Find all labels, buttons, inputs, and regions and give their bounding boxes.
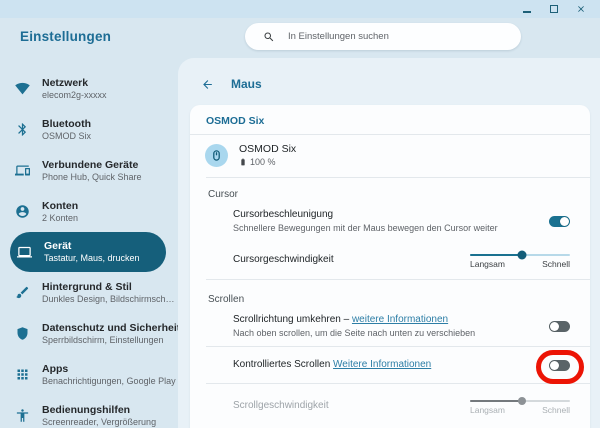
search-bar[interactable] [245, 23, 521, 50]
sidebar-item-sublabel: 2 Konten [42, 213, 78, 224]
sidebar-item-sublabel: Dunkles Design, Bildschirmscho... [42, 294, 178, 305]
controlled-scrolling-title: Kontrolliertes Scrollen [233, 359, 333, 370]
maximize-icon[interactable] [548, 4, 559, 15]
device-name: OSMOD Six [239, 143, 296, 156]
minimize-icon[interactable] [521, 4, 532, 15]
sidebar-nav: Netzwerkelecom2g-xxxxx BluetoothOSMOD Si… [0, 68, 178, 428]
sidebar-item-label: Bluetooth [42, 118, 91, 131]
sidebar-item-datenschutz[interactable]: Datenschutz und SicherheitSperrbildschir… [0, 313, 178, 354]
sidebar-item-label: Datenschutz und Sicherheit [42, 322, 178, 335]
sidebar-item-sublabel: elecom2g-xxxxx [42, 90, 107, 101]
cursor-acceleration-subtitle: Schnellere Bewegungen mit der Maus beweg… [233, 223, 498, 234]
cursor-section-label: Cursor [190, 178, 590, 202]
close-icon[interactable] [575, 4, 586, 15]
cursor-acceleration-title: Cursorbeschleunigung [233, 209, 498, 221]
sidebar-item-sublabel: Benachrichtigungen, Google Play [42, 376, 176, 387]
brush-icon [15, 285, 30, 300]
sidebar-item-label: Netzwerk [42, 77, 107, 90]
cursor-speed-slider[interactable]: Langsam Schnell [470, 250, 570, 269]
cursor-acceleration-toggle[interactable] [549, 216, 570, 227]
slider-knob [518, 397, 526, 405]
sidebar-item-geraet[interactable]: GerätTastatur, Maus, drucken [10, 232, 166, 272]
devices-icon [15, 163, 30, 178]
slider-min-label: Langsam [470, 259, 505, 269]
sidebar-item-sublabel: Screenreader, Vergrößerung [42, 417, 156, 428]
scroll-speed-label: Scrollgeschwindigkeit [233, 400, 329, 412]
sidebar-item-apps[interactable]: AppsBenachrichtigungen, Google Play [0, 354, 178, 395]
battery-icon [239, 158, 247, 166]
mouse-device-icon [205, 144, 228, 167]
sidebar-item-bluetooth[interactable]: BluetoothOSMOD Six [0, 109, 178, 150]
back-arrow-icon[interactable] [201, 78, 214, 91]
main-panel: Maus OSMOD Six OSMOD Six 100 % Cursor [178, 58, 600, 428]
sidebar-item-sublabel: Tastatur, Maus, drucken [44, 253, 140, 264]
apps-grid-icon [15, 367, 30, 382]
battery-level: 100 % [250, 156, 276, 168]
section-page-title: Maus [231, 77, 262, 91]
sidebar-item-hintergrund-stil[interactable]: Hintergrund & StilDunkles Design, Bildsc… [0, 272, 178, 313]
account-icon [15, 204, 30, 219]
sidebar-item-sublabel: Phone Hub, Quick Share [42, 172, 142, 183]
wifi-icon [15, 81, 30, 96]
scroll-speed-row: Scrollgeschwindigkeit Langsam Schnell [190, 384, 590, 422]
sidebar-item-sublabel: Sperrbildschirm, Einstellungen [42, 335, 178, 346]
sidebar-item-label: Apps [42, 363, 176, 376]
sidebar-item-label: Verbundene Geräte [42, 159, 142, 172]
scroll-section-label: Scrollen [190, 280, 590, 307]
controlled-scrolling-row: Kontrolliertes Scrollen Weitere Informat… [190, 347, 590, 383]
sidebar-item-verbundene-geraete[interactable]: Verbundene GerätePhone Hub, Quick Share [0, 150, 178, 191]
slider-max-label: Schnell [542, 405, 570, 415]
sidebar-item-sublabel: OSMOD Six [42, 131, 91, 142]
scroll-speed-slider: Langsam Schnell [470, 396, 570, 415]
scroll-reverse-title: Scrollrichtung umkehren – [233, 314, 352, 325]
cursor-speed-row: Cursorgeschwindigkeit Langsam Schnell [190, 241, 590, 279]
search-icon [263, 31, 275, 43]
controlled-scrolling-link[interactable]: Weitere Informationen [333, 359, 431, 370]
bluetooth-icon [15, 122, 30, 137]
sidebar-item-bedienungshilfen[interactable]: BedienungshilfenScreenreader, Vergrößeru… [0, 395, 178, 428]
controlled-scrolling-toggle[interactable] [549, 360, 570, 371]
device-row[interactable]: OSMOD Six 100 % [190, 135, 590, 177]
scroll-reverse-toggle[interactable] [549, 321, 570, 332]
slider-max-label: Schnell [542, 259, 570, 269]
search-input[interactable] [288, 31, 488, 42]
cursor-acceleration-row: Cursorbeschleunigung Schnellere Bewegung… [190, 202, 590, 241]
sidebar-item-label: Bedienungshilfen [42, 404, 156, 417]
device-section-title: OSMOD Six [190, 105, 590, 134]
settings-window: Einstellungen Netzwerkelecom2g-xxxxx Blu… [0, 0, 600, 428]
sidebar-item-label: Hintergrund & Stil [42, 281, 178, 294]
page-title: Einstellungen [20, 29, 111, 44]
slider-knob[interactable] [518, 251, 527, 260]
scroll-reverse-subtitle: Nach oben scrollen, um die Seite nach un… [233, 328, 475, 339]
sidebar-item-netzwerk[interactable]: Netzwerkelecom2g-xxxxx [0, 68, 178, 109]
scroll-reverse-link[interactable]: weitere Informationen [352, 314, 448, 325]
laptop-icon [17, 245, 32, 260]
settings-card: OSMOD Six OSMOD Six 100 % Cursor [190, 105, 590, 428]
sidebar-item-konten[interactable]: Konten2 Konten [0, 191, 178, 232]
scroll-reverse-row: Scrollrichtung umkehren – weitere Inform… [190, 307, 590, 346]
sidebar-item-label: Konten [42, 200, 78, 213]
cursor-speed-label: Cursorgeschwindigkeit [233, 254, 334, 266]
slider-min-label: Langsam [470, 405, 505, 415]
shield-icon [15, 326, 30, 341]
window-titlebar [0, 0, 600, 18]
sidebar-item-label: Gerät [44, 240, 140, 253]
accessibility-icon [15, 408, 30, 423]
